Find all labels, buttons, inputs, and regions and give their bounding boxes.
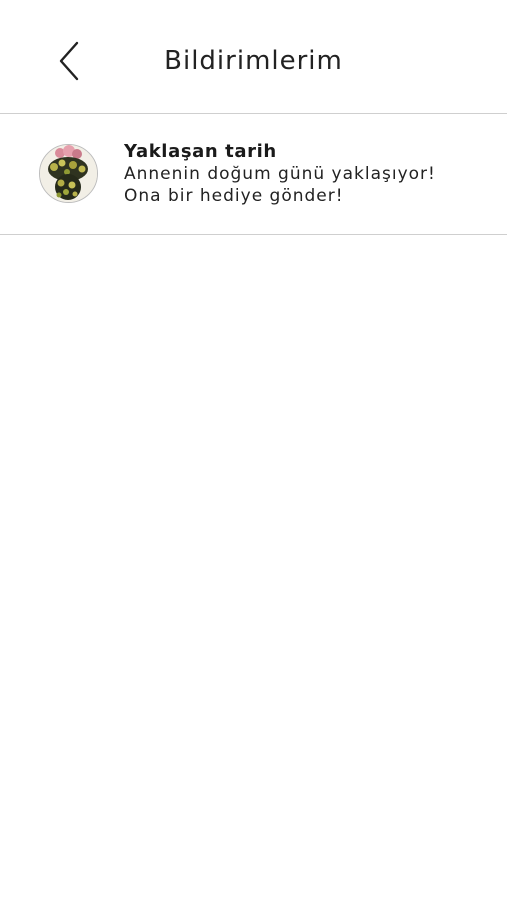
notification-list: Yaklaşan tarih Annenin doğum günü yaklaş… <box>0 114 507 235</box>
notification-content: Yaklaşan tarih Annenin doğum günü yaklaş… <box>124 141 487 207</box>
page-title: Bildirimlerim <box>164 46 343 76</box>
notification-message-line2: Ona bir hediye gönder! <box>124 186 344 206</box>
notification-message-line1: Annenin doğum günü yaklaşıyor! <box>124 164 436 184</box>
flower-bouquet-image <box>40 145 97 202</box>
notification-item[interactable]: Yaklaşan tarih Annenin doğum günü yaklaş… <box>0 114 507 235</box>
avatar <box>39 144 98 203</box>
app-header: Bildirimlerim <box>0 0 507 114</box>
notification-title: Yaklaşan tarih <box>124 141 277 162</box>
